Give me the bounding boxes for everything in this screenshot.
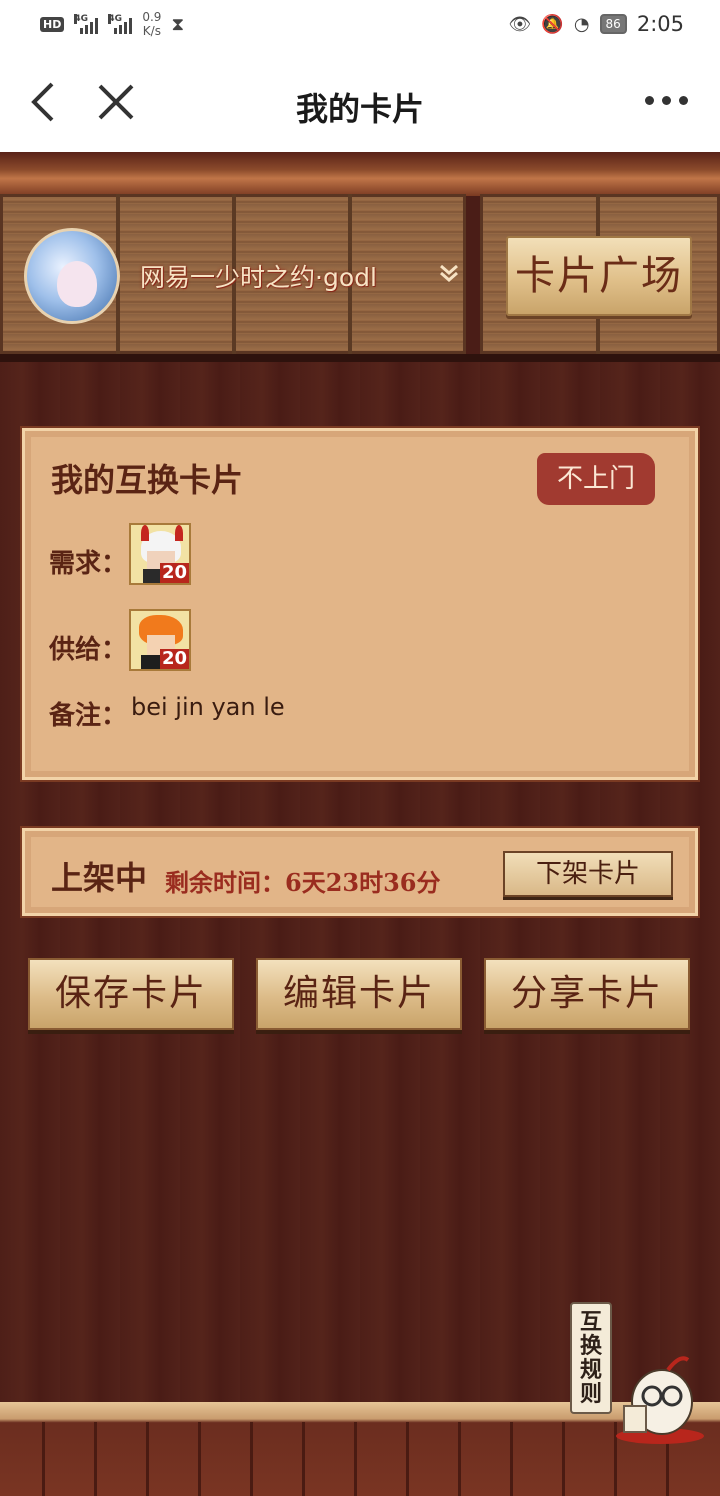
note-text: bei jin yan le	[131, 693, 285, 721]
panel-title: 我的互换卡片	[51, 461, 244, 499]
card-level-badge: 20	[159, 648, 189, 669]
supply-label: 供给：	[49, 635, 128, 665]
share-card-button[interactable]: 分享卡片	[484, 958, 690, 1030]
status-right: 👁 🔕 ◔ 86 2:05	[509, 12, 684, 36]
wood-beam	[0, 152, 720, 196]
supply-card-icon[interactable]: 20	[129, 609, 191, 671]
username[interactable]: 网易一少时之约·godl	[140, 258, 377, 294]
delist-card-button[interactable]: 下架卡片	[503, 851, 673, 897]
status-left: HD 4G 4G 0.9 K/s ⧗	[40, 10, 184, 38]
no-visit-stamp: 不上门	[537, 453, 655, 505]
speedometer-icon: ◔	[573, 13, 590, 35]
clock: 2:05	[636, 12, 684, 36]
signal-icon: 4G	[74, 14, 99, 34]
need-label: 需求：	[49, 549, 128, 579]
card-plaza-button[interactable]: 卡片广场	[506, 236, 692, 316]
card-level-badge: 20	[159, 562, 189, 583]
exchange-rules-button[interactable]: 互换规则	[570, 1302, 612, 1414]
remaining-time: 剩余时间：6天23时36分	[165, 868, 441, 897]
edit-card-button[interactable]: 编辑卡片	[256, 958, 462, 1030]
note-label: 备注：	[49, 701, 128, 731]
chevron-down-icon[interactable]	[438, 262, 460, 284]
shelf-shadow	[0, 354, 720, 362]
listing-panel: 上架中 剩余时间：6天23时36分 下架卡片	[22, 828, 698, 916]
exchange-card-panel: 我的互换卡片 不上门 需求： 20 供给： 20 备注： bei jin yan…	[22, 428, 698, 780]
status-bar: HD 4G 4G 0.9 K/s ⧗ 👁 🔕 ◔ 86 2:05	[0, 0, 720, 56]
network-speed: 0.9 K/s	[142, 10, 162, 38]
listing-status: 上架中	[51, 859, 148, 897]
save-card-button[interactable]: 保存卡片	[28, 958, 234, 1030]
avatar[interactable]	[24, 228, 120, 324]
eye-icon: 👁	[508, 13, 532, 35]
nav-bar: 我的卡片	[0, 56, 720, 152]
need-card-icon[interactable]: 20	[129, 523, 191, 585]
hourglass-icon: ⧗	[171, 13, 185, 35]
mascot-icon[interactable]	[610, 1350, 710, 1446]
more-options-icon[interactable]	[645, 96, 688, 105]
mute-bell-icon: 🔕	[541, 13, 564, 35]
hd-badge: HD	[40, 16, 65, 32]
page-title: 我的卡片	[295, 90, 424, 128]
signal-icon-2: 4G	[108, 14, 133, 34]
battery-icon: 86	[599, 14, 627, 34]
